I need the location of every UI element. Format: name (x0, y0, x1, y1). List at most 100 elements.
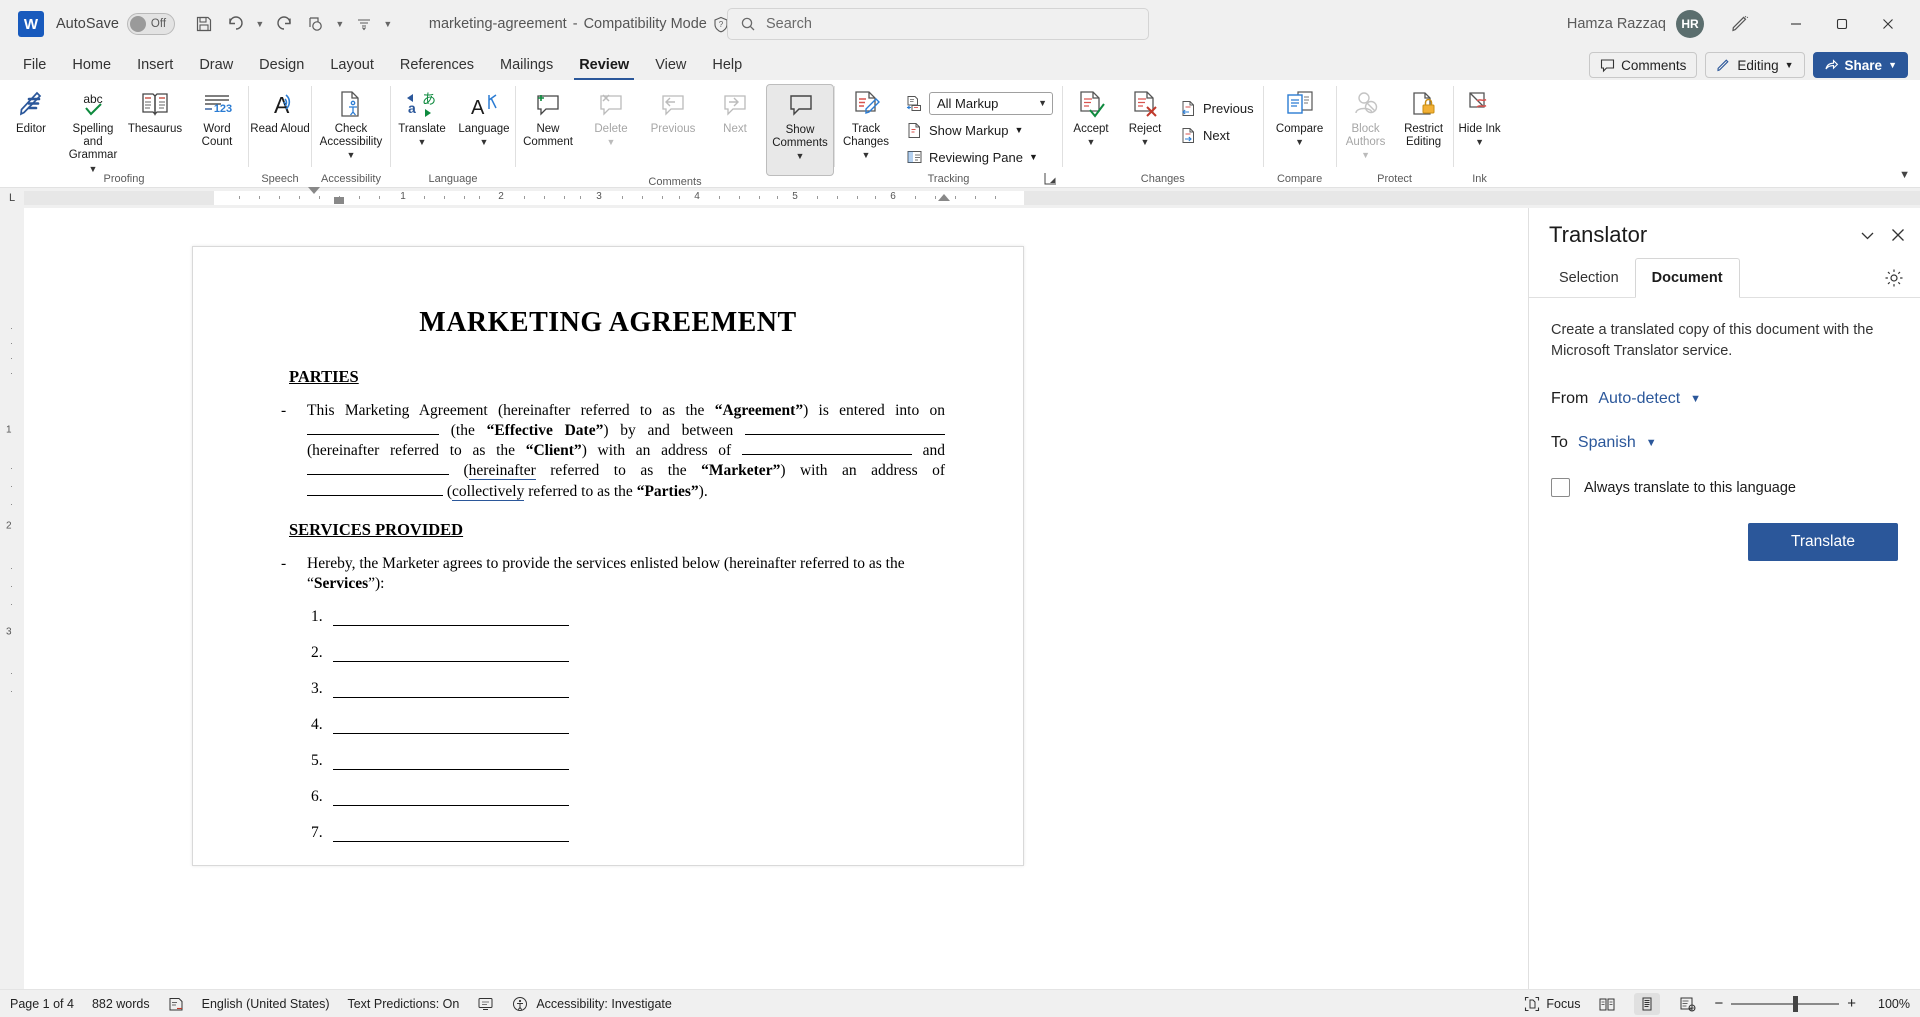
document-canvas[interactable]: MARKETING AGREEMENT PARTIES - This Marke… (24, 208, 1528, 989)
tab-references[interactable]: References (387, 50, 487, 80)
tab-insert[interactable]: Insert (124, 50, 186, 80)
spelling-and-grammar-button[interactable]: abc Spelling and Grammar ▼ (62, 84, 124, 173)
reviewing-pane-button[interactable]: Reviewing Pane ▼ (901, 145, 1058, 169)
tab-draw[interactable]: Draw (186, 50, 246, 80)
web-layout-button[interactable] (1674, 993, 1700, 1015)
tab-home[interactable]: Home (59, 50, 124, 80)
minimize-button[interactable] (1774, 4, 1818, 44)
undo-dropdown-icon[interactable]: ▼ (253, 9, 267, 39)
text-predictions-status[interactable]: Text Predictions: On (347, 997, 459, 1011)
customize-toolbar-icon[interactable] (349, 9, 379, 39)
zoom-in-button[interactable]: + (1847, 995, 1856, 1012)
zoom-level[interactable]: 100% (1870, 997, 1910, 1011)
tracking-dialog-launcher[interactable] (1044, 172, 1058, 186)
translate-button[interactable]: aあ Translate ▼ (391, 84, 453, 146)
zoom-thumb[interactable] (1793, 996, 1798, 1012)
touch-dropdown-icon[interactable]: ▼ (333, 9, 347, 39)
zoom-out-button[interactable]: − (1714, 995, 1723, 1012)
avatar[interactable]: HR (1676, 10, 1704, 38)
editing-mode-button[interactable]: Editing ▼ (1705, 52, 1804, 78)
from-language-select[interactable]: Auto-detect (1598, 390, 1680, 408)
undo-icon[interactable] (221, 9, 251, 39)
tab-review[interactable]: Review (566, 50, 642, 80)
next-change-button[interactable]: Next (1175, 123, 1259, 147)
track-changes-button[interactable]: Track Changes ▼ (835, 84, 897, 159)
collapse-ribbon-button[interactable]: ▼ (1899, 169, 1910, 181)
word-count-status[interactable]: 882 words (92, 997, 150, 1011)
left-indent-marker[interactable] (334, 197, 344, 204)
service-item-4[interactable]: 4. (311, 716, 945, 734)
tab-layout[interactable]: Layout (317, 50, 387, 80)
focus-button[interactable]: Focus (1524, 996, 1580, 1012)
focus-icon (1524, 996, 1540, 1012)
service-item-6[interactable]: 6. (311, 788, 945, 806)
to-chevron-down-icon[interactable]: ▼ (1646, 437, 1657, 449)
tab-mailings[interactable]: Mailings (487, 50, 566, 80)
first-line-indent-marker[interactable] (308, 187, 320, 194)
pane-close-icon[interactable] (1890, 227, 1906, 244)
zoom-track[interactable] (1731, 1003, 1839, 1005)
vertical-ruler[interactable]: 1 2 3 (0, 208, 24, 989)
tab-view[interactable]: View (642, 50, 699, 80)
status-bar: Page 1 of 4 882 words English (United St… (0, 989, 1920, 1017)
zoom-slider[interactable]: − + (1714, 995, 1856, 1012)
check-accessibility-button[interactable]: Check Accessibility ▼ (312, 84, 390, 159)
save-icon[interactable] (189, 9, 219, 39)
redo-icon[interactable] (269, 9, 299, 39)
editor-button[interactable]: Editor (0, 84, 62, 136)
service-item-7[interactable]: 7. (311, 824, 945, 842)
service-item-5[interactable]: 5. (311, 752, 945, 770)
ink-pen-icon[interactable] (1720, 4, 1760, 44)
to-language-select[interactable]: Spanish (1578, 434, 1636, 452)
restore-button[interactable] (1820, 4, 1864, 44)
translator-settings-button[interactable] (1884, 258, 1920, 297)
service-item-3[interactable]: 3. (311, 680, 945, 698)
page-info[interactable]: Page 1 of 4 (10, 997, 74, 1011)
language-status[interactable]: English (United States) (202, 997, 330, 1011)
pane-options-chevron-down-icon[interactable] (1859, 227, 1876, 244)
print-layout-button[interactable] (1634, 993, 1660, 1015)
thesaurus-button[interactable]: Thesaurus (124, 84, 186, 136)
service-item-1[interactable]: 1. (311, 608, 945, 626)
autosave-toggle[interactable]: Off (127, 13, 175, 35)
tab-file[interactable]: File (10, 50, 59, 80)
accessibility-status[interactable]: Accessibility: Investigate (512, 996, 671, 1012)
show-markup-button[interactable]: Show Markup ▼ (901, 118, 1058, 142)
restrict-editing-button[interactable]: Restrict Editing (1395, 84, 1453, 149)
accept-change-button[interactable]: Accept ▼ (1063, 84, 1119, 146)
previous-change-button[interactable]: Previous (1175, 96, 1259, 120)
read-mode-button[interactable] (1594, 993, 1620, 1015)
display-settings-button[interactable] (477, 996, 494, 1012)
tab-selection[interactable]: Selection (1543, 258, 1635, 297)
previous-change-icon (1180, 100, 1197, 117)
qat-more-icon[interactable]: ▼ (381, 9, 395, 39)
share-button[interactable]: Share ▼ (1813, 52, 1908, 78)
always-translate-row[interactable]: Always translate to this language (1551, 478, 1898, 497)
translate-submit-button[interactable]: Translate (1748, 523, 1898, 561)
always-translate-checkbox[interactable] (1551, 478, 1570, 497)
tab-design[interactable]: Design (246, 50, 317, 80)
markup-display-select[interactable]: All Markup ▼ (929, 92, 1053, 115)
right-indent-marker[interactable] (938, 194, 950, 201)
language-button[interactable]: A Language ▼ (453, 84, 515, 146)
compare-button[interactable]: Compare ▼ (1264, 84, 1336, 146)
read-aloud-button[interactable]: A Read Aloud (249, 84, 311, 136)
share-icon (1824, 58, 1839, 73)
service-item-2[interactable]: 2. (311, 644, 945, 662)
word-count-button[interactable]: 123 Word Count (186, 84, 248, 149)
tab-stop-selector[interactable]: L (0, 192, 24, 204)
tab-document[interactable]: Document (1635, 258, 1740, 298)
comments-button[interactable]: Comments (1589, 52, 1697, 78)
hide-ink-button[interactable]: Hide Ink ▼ (1454, 84, 1506, 146)
tab-help[interactable]: Help (699, 50, 755, 80)
from-chevron-down-icon[interactable]: ▼ (1690, 393, 1701, 405)
new-comment-button[interactable]: New Comment (516, 84, 580, 149)
reject-change-button[interactable]: Reject ▼ (1119, 84, 1171, 146)
document-page[interactable]: MARKETING AGREEMENT PARTIES - This Marke… (192, 246, 1024, 866)
touch-icon[interactable] (301, 9, 331, 39)
close-button[interactable] (1866, 4, 1910, 44)
horizontal-ruler[interactable]: 1 2 3 4 5 6 (24, 191, 1920, 205)
proofing-errors-button[interactable] (168, 996, 184, 1012)
show-comments-button[interactable]: Show Comments ▼ (766, 84, 834, 176)
search-input[interactable]: Search (727, 8, 1149, 40)
